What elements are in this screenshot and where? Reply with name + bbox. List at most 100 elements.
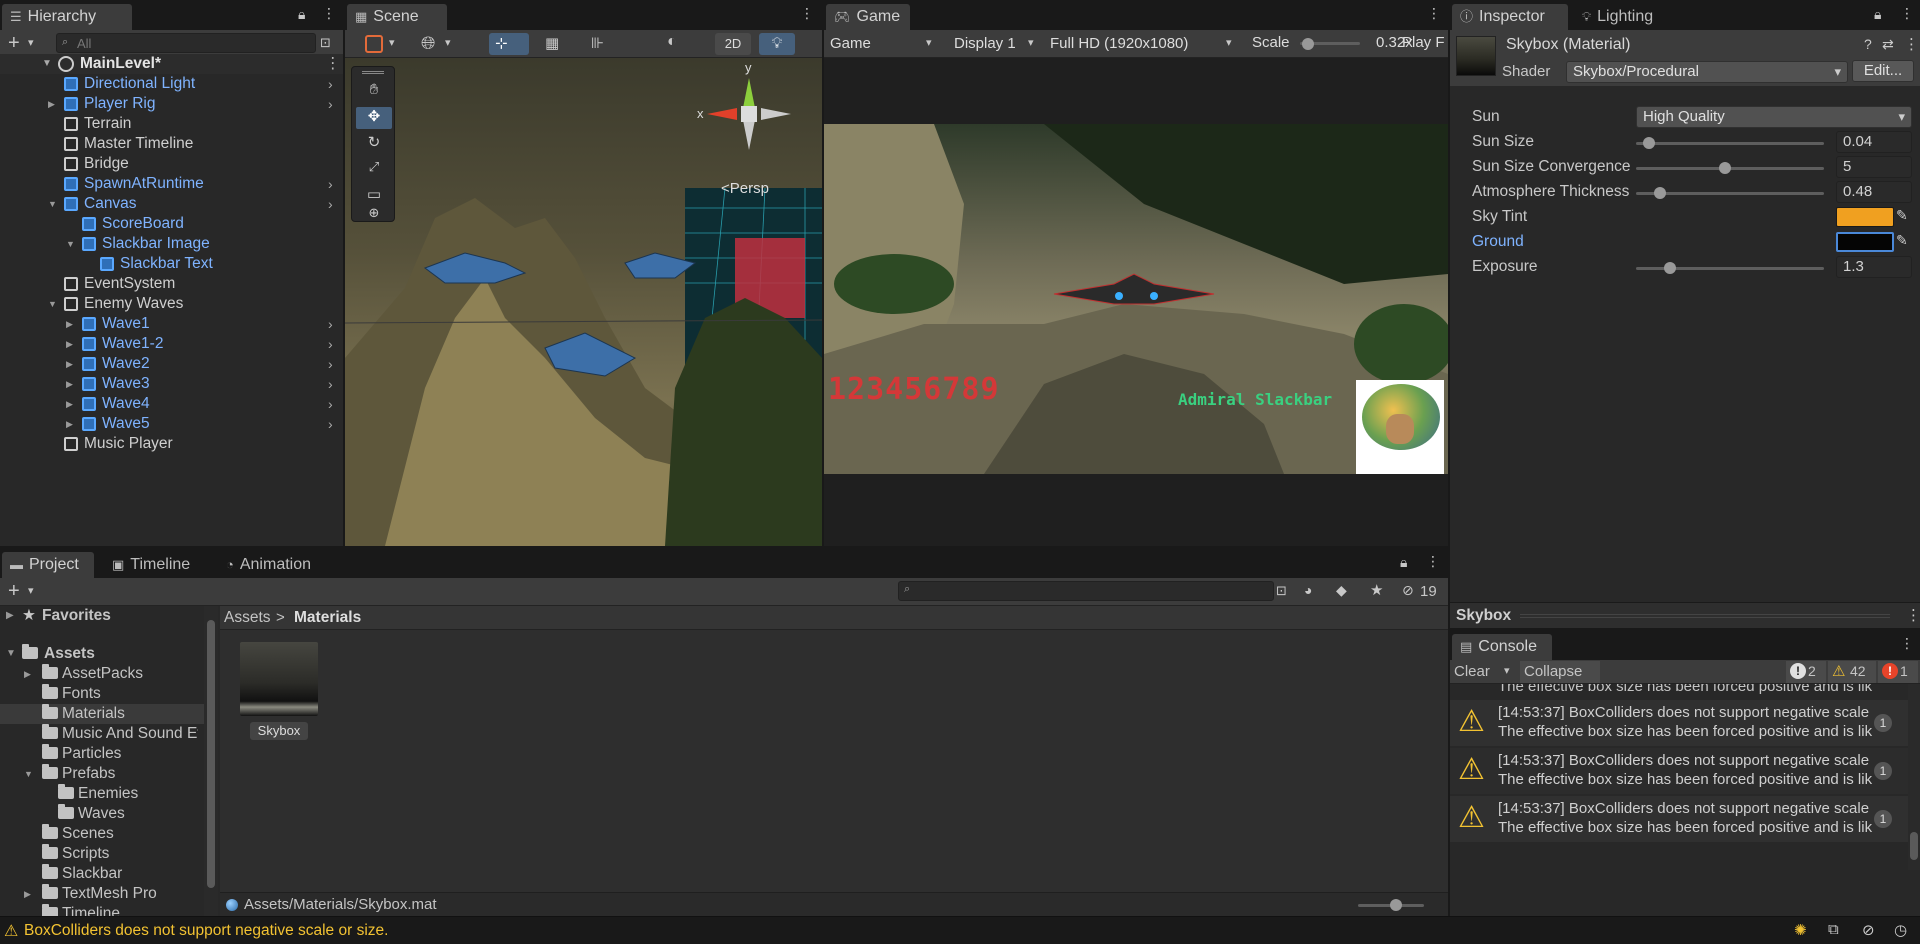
tab-animation[interactable]: ◔ Animation — [218, 552, 338, 578]
kebab-menu-icon[interactable]: ⋮ — [800, 5, 814, 22]
shader-dropdown[interactable]: Skybox/Procedural — [1566, 61, 1848, 83]
lighting-toggle-button[interactable]: 💡︎ — [759, 33, 795, 55]
hand-tool-icon[interactable]: ✋︎ — [356, 81, 392, 103]
create-plus-icon[interactable]: + — [8, 580, 20, 603]
scale-tool-icon[interactable]: ⤢ — [356, 159, 392, 181]
lock-icon[interactable]: 🔒︎ — [298, 6, 305, 23]
hierarchy-item[interactable]: Directional Light › — [0, 74, 343, 94]
folder-item[interactable]: ▶ AssetPacks — [0, 664, 204, 684]
exposure-slider-knob[interactable] — [1664, 262, 1677, 274]
folder-item[interactable]: Waves — [0, 804, 204, 824]
chevron-right-icon[interactable]: › — [328, 174, 333, 194]
status-message[interactable]: BoxColliders does not support negative s… — [24, 922, 388, 940]
hierarchy-item[interactable]: ScoreBoard — [0, 214, 343, 234]
search-filter-icon[interactable]: ⊡ — [320, 35, 331, 51]
hierarchy-item[interactable]: Bridge — [0, 154, 343, 174]
console-log-entry[interactable]: ⚠ [14:53:37] BoxColliders does not suppor… — [1450, 748, 1908, 794]
expand-arrow-icon[interactable]: ▶ — [66, 414, 73, 434]
expand-arrow-icon[interactable]: ▶ — [24, 884, 31, 904]
folder-item[interactable]: Materials — [0, 704, 204, 724]
error-filter-toggle[interactable]: ! 1 — [1878, 661, 1918, 683]
eyedropper-icon[interactable]: ✎ — [1896, 232, 1908, 249]
icon-size-slider-knob[interactable] — [1390, 899, 1402, 911]
sun-size-field[interactable]: 0.04 — [1836, 131, 1912, 153]
convergence-slider-knob[interactable] — [1718, 162, 1731, 174]
exposure-field[interactable]: 1.3 — [1836, 256, 1912, 278]
kebab-menu-icon[interactable]: ⋮ — [1900, 5, 1914, 22]
hierarchy-item[interactable]: ▶ Player Rig › — [0, 94, 343, 114]
folder-item[interactable]: Scripts — [0, 844, 204, 864]
console-scrollbar-thumb[interactable] — [1910, 832, 1918, 860]
orientation-gizmo[interactable] — [705, 70, 805, 170]
favorites-star-icon[interactable]: ★ — [1370, 581, 1383, 599]
favorites-row[interactable]: ▶ ★ Favorites — [0, 606, 204, 626]
palette-handle[interactable] — [362, 71, 384, 74]
hierarchy-item[interactable]: ▶ Wave3 › — [0, 374, 343, 394]
console-log-entry[interactable]: ⚠ [14:53:37] BoxColliders does not suppor… — [1450, 796, 1908, 842]
auto-generate-icon[interactable]: ⊘ — [1862, 921, 1875, 939]
2d-toggle-button[interactable]: 2D — [715, 33, 751, 55]
search-by-type-icon[interactable]: ◕ — [1304, 582, 1312, 598]
collapse-arrow-icon[interactable]: ▼ — [48, 294, 57, 314]
game-mode-dropdown[interactable]: Game — [828, 32, 940, 56]
persp-label[interactable]: <Persp — [721, 180, 769, 197]
hierarchy-item[interactable]: Slackbar Text — [0, 254, 343, 274]
collapse-arrow-icon[interactable]: ▼ — [48, 194, 57, 214]
lock-icon[interactable]: 🔒︎ — [1874, 6, 1881, 23]
sun-size-slider-track[interactable] — [1636, 142, 1824, 145]
chevron-right-icon[interactable]: › — [328, 394, 333, 414]
chevron-right-icon[interactable]: › — [328, 354, 333, 374]
globe-dropdown-icon[interactable]: ▾ — [445, 36, 451, 49]
hierarchy-item[interactable]: ▶ Wave1 › — [0, 314, 343, 334]
add-dropdown-icon[interactable]: ▾ — [28, 36, 34, 49]
collapse-arrow-icon[interactable]: ▼ — [24, 764, 33, 784]
tree-scrollbar-thumb[interactable] — [207, 620, 215, 888]
tab-lighting[interactable]: 💡︎ Lighting — [1574, 4, 1684, 30]
gizmo-neg-y-axis[interactable] — [743, 120, 755, 150]
sky-tint-color-swatch[interactable] — [1836, 207, 1894, 227]
hierarchy-item[interactable]: Master Timeline — [0, 134, 343, 154]
clear-dropdown-icon[interactable]: ▾ — [1504, 664, 1510, 677]
folder-item[interactable]: Particles — [0, 744, 204, 764]
scale-slider-knob[interactable] — [1302, 38, 1314, 50]
shading-icon[interactable]: ◐ — [667, 33, 677, 51]
help-icon[interactable]: ? — [1864, 36, 1872, 52]
expand-arrow-icon[interactable]: ▶ — [66, 334, 73, 354]
folder-item[interactable]: ▼ Prefabs — [0, 764, 204, 784]
chevron-right-icon[interactable]: › — [328, 94, 333, 114]
log-entry-partial[interactable]: The effective box size has been forced p… — [1450, 684, 1908, 698]
hierarchy-item[interactable]: Music Player — [0, 434, 343, 454]
chevron-right-icon[interactable]: › — [328, 374, 333, 394]
globe-icon[interactable]: 🌐︎ — [421, 33, 435, 54]
preview-drag-handle[interactable] — [1520, 614, 1890, 618]
create-dropdown-icon[interactable]: ▾ — [28, 584, 34, 597]
hierarchy-item[interactable]: ▼ Canvas › — [0, 194, 343, 214]
scene-expand-arrow[interactable]: ▼ — [42, 54, 52, 74]
progress-icon[interactable]: ◷ — [1894, 921, 1907, 939]
game-viewport[interactable]: 123456789 Admiral Slackbar — [824, 124, 1448, 474]
expand-arrow-icon[interactable]: ▶ — [24, 664, 31, 684]
kebab-menu-icon[interactable]: ⋮ — [322, 5, 336, 22]
bug-icon[interactable]: ✺ — [1794, 921, 1807, 939]
chevron-right-icon[interactable]: › — [328, 334, 333, 354]
expand-arrow-icon[interactable]: ▶ — [66, 314, 73, 334]
folder-item[interactable]: Enemies — [0, 784, 204, 804]
warning-filter-toggle[interactable]: ⚠ 42 — [1828, 661, 1876, 683]
gizmo-x-axis[interactable] — [707, 108, 737, 120]
component-menu-icon[interactable]: ⋮ — [1904, 35, 1919, 53]
gizmo-y-axis[interactable] — [743, 78, 755, 108]
folder-item[interactable]: Fonts — [0, 684, 204, 704]
kebab-menu-icon[interactable]: ⋮ — [1426, 553, 1440, 570]
scene-viewport[interactable]: ✋︎ ✥ ↻ ⤢ ▭ ⊕ y x <Persp — [345, 58, 822, 546]
collapse-button[interactable]: Collapse — [1520, 661, 1600, 683]
project-search-input[interactable] — [898, 581, 1274, 601]
preset-icon[interactable]: ⇄ — [1882, 36, 1894, 53]
folder-item[interactable]: Scenes — [0, 824, 204, 844]
gizmo-center[interactable] — [741, 106, 757, 122]
tab-timeline[interactable]: ▣ Timeline — [104, 552, 214, 578]
hierarchy-search-input[interactable]: All — [56, 33, 316, 53]
hierarchy-item[interactable]: ▼ Enemy Waves — [0, 294, 343, 314]
tab-scene[interactable]: ▦ Scene — [347, 4, 447, 30]
increment-snap-icon[interactable]: ⊪ — [591, 34, 604, 52]
hierarchy-item[interactable]: EventSystem — [0, 274, 343, 294]
